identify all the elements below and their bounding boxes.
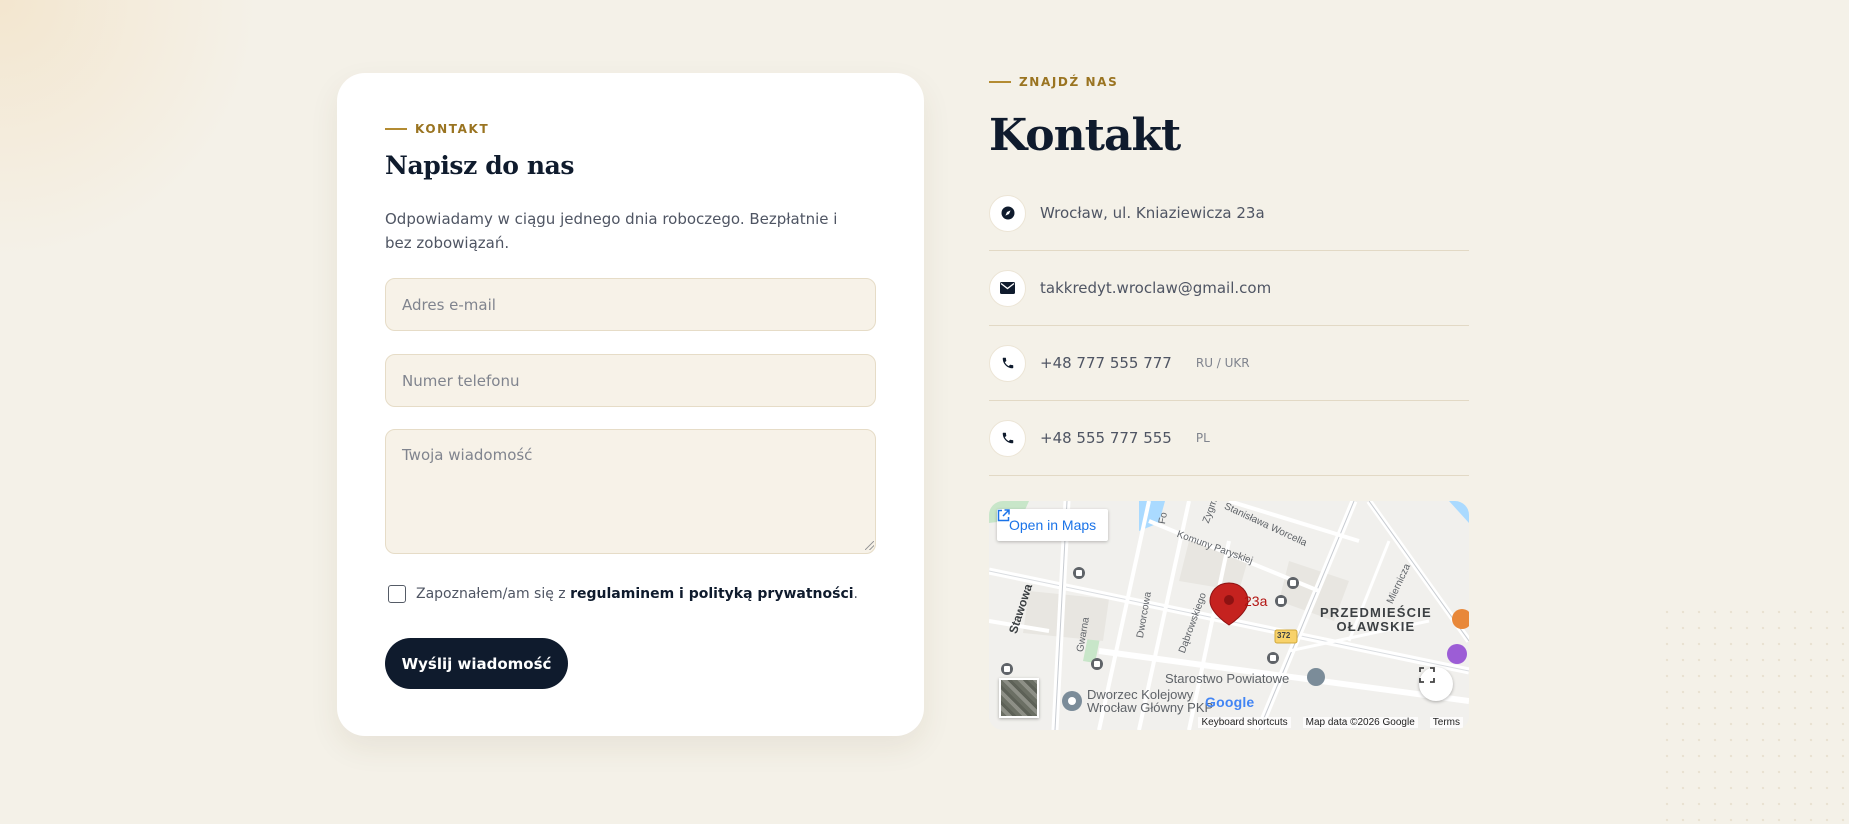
google-logo: Google: [1205, 694, 1255, 710]
send-message-button[interactable]: Wyślij wiadomość: [385, 638, 568, 689]
consent-prefix: Zapoznałem/am się z: [416, 586, 571, 602]
phone-input[interactable]: [385, 354, 876, 407]
consent-text: Zapoznałem/am się z regulaminem i polity…: [416, 586, 858, 602]
email-input[interactable]: [385, 278, 876, 331]
contact-eyebrow: ZNAJDŹ NAS: [989, 75, 1118, 89]
address-text: Wrocław, ul. Kniaziewicza 23a: [1040, 204, 1265, 222]
phone-2-language-tag: PL: [1195, 431, 1210, 445]
fullscreen-icon: [1419, 667, 1435, 683]
eyebrow-rule: [385, 128, 407, 130]
contact-row-phone-2[interactable]: +48 555 777 555 PL: [989, 401, 1469, 476]
contact-title: Kontakt: [989, 110, 1181, 161]
message-textarea[interactable]: [385, 429, 876, 554]
embedded-map[interactable]: Open in Maps Stawowa Gwarna Dworcowa Dąb…: [989, 501, 1469, 730]
email-text[interactable]: takkredyt.wroclaw@gmail.com: [1040, 279, 1271, 297]
district-label: PRZEDMIEŚCIE OŁAWSKIE: [1320, 606, 1432, 634]
envelope-icon: [989, 269, 1026, 307]
phone-1-language-tag: RU / UKR: [1195, 356, 1250, 370]
district-label-line-2: OŁAWSKIE: [1336, 619, 1416, 634]
background-glow: [0, 0, 260, 260]
form-title: Napisz do nas: [385, 151, 575, 180]
satellite-view-toggle[interactable]: [999, 678, 1039, 718]
contact-form-card: KONTAKT Napisz do nas Odpowiadamy w ciąg…: [337, 73, 924, 736]
map-pin-label: 23a: [1244, 593, 1268, 609]
consent-checkbox[interactable]: [388, 585, 406, 603]
compass-icon: [989, 194, 1026, 232]
map-attribution: Keyboard shortcuts Map data ©2026 Google…: [989, 714, 1469, 730]
district-label-line-1: PRZEDMIEŚCIE: [1320, 605, 1432, 620]
form-eyebrow: KONTAKT: [385, 122, 489, 136]
contact-row-address: Wrocław, ul. Kniaziewicza 23a: [989, 176, 1469, 251]
eyebrow-rule: [989, 81, 1011, 83]
resize-handle-icon[interactable]: [865, 541, 874, 550]
background-dot-pattern: [1659, 604, 1849, 824]
terms-privacy-link[interactable]: regulaminem i polityką prywatności: [570, 586, 853, 602]
keyboard-shortcuts-link[interactable]: Keyboard shortcuts: [1198, 716, 1291, 728]
external-link-icon: [997, 509, 1010, 522]
phone-icon: [989, 344, 1026, 382]
poi-label-dworzec-line-2: Wrocław Główny PKP: [1087, 700, 1214, 715]
phone-2-text[interactable]: +48 555 777 555: [1040, 429, 1172, 447]
open-in-maps-button[interactable]: Open in Maps: [997, 509, 1109, 541]
fullscreen-button[interactable]: [1419, 667, 1453, 701]
poi-label-starostwo: Starostwo Powiatowe: [1165, 671, 1290, 686]
contact-eyebrow-label: ZNAJDŹ NAS: [1019, 75, 1119, 89]
open-in-maps-label: Open in Maps: [1009, 517, 1097, 533]
street-label-fo: Fo: [1157, 511, 1170, 525]
road-number-badge: 372: [1277, 631, 1291, 640]
consent-row[interactable]: Zapoznałem/am się z regulaminem i polity…: [388, 585, 858, 603]
contact-row-phone-1[interactable]: +48 777 555 777 RU / UKR: [989, 326, 1469, 401]
phone-1-text[interactable]: +48 777 555 777: [1040, 354, 1172, 372]
poi-label-dworzec: Dworzec Kolejowy Wrocław Główny PKP: [1087, 688, 1213, 714]
form-eyebrow-label: KONTAKT: [415, 122, 490, 136]
contact-row-email[interactable]: takkredyt.wroclaw@gmail.com: [989, 251, 1469, 326]
form-description: Odpowiadamy w ciągu jednego dnia robocze…: [385, 210, 838, 252]
map-data-credit: Map data ©2026 Google: [1302, 716, 1418, 728]
consent-suffix: .: [853, 586, 858, 602]
phone-icon: [989, 419, 1026, 457]
terms-link[interactable]: Terms: [1429, 716, 1463, 728]
